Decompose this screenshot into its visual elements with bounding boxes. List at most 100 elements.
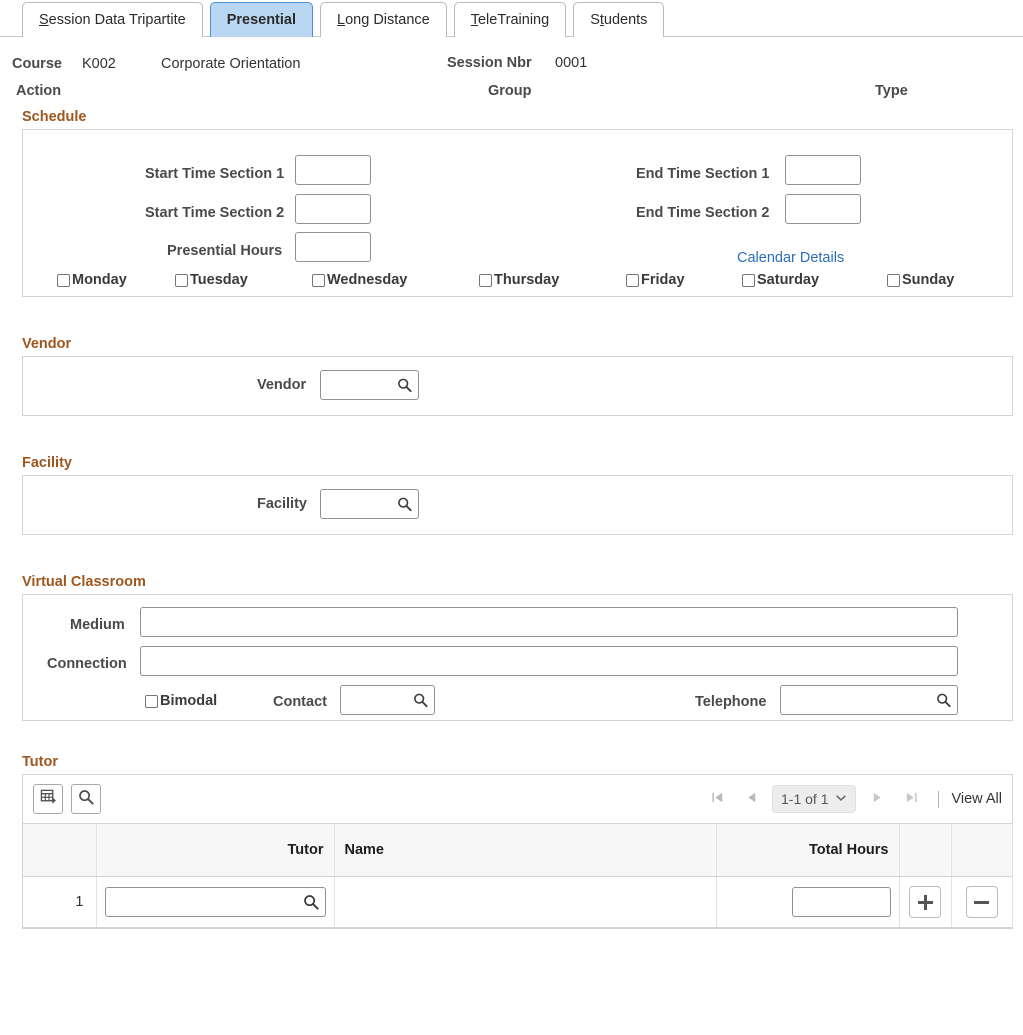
vendor-panel: Vendor xyxy=(22,356,1013,416)
tab-teletraining[interactable]: TeleTraining xyxy=(453,2,567,37)
session-nbr-label: Session Nbr xyxy=(447,55,532,71)
last-page-icon xyxy=(905,791,918,807)
checkbox-tuesday[interactable]: Tuesday xyxy=(175,272,248,288)
facility-section: Facility Facility xyxy=(0,455,1023,535)
checkbox-box[interactable] xyxy=(145,694,158,708)
tutor-input[interactable] xyxy=(104,887,326,917)
checkbox-label: Monday xyxy=(72,272,127,288)
tutor-grid-pager: 1-1 of 1 View All xyxy=(700,775,1002,823)
checkbox-box[interactable] xyxy=(742,273,755,287)
chevron-down-icon xyxy=(835,791,847,807)
start-time-2-input[interactable] xyxy=(295,194,371,224)
vendor-field-label: Vendor xyxy=(257,377,307,393)
grid-find-button[interactable] xyxy=(71,784,101,814)
checkbox-label: Sunday xyxy=(902,272,955,288)
end-time-1-input[interactable] xyxy=(785,155,861,185)
grid-personalize-button[interactable] xyxy=(33,784,63,814)
first-page-button[interactable] xyxy=(700,784,734,814)
schedule-section: Schedule Start Time Section 1 Start Time… xyxy=(0,109,1023,297)
checkbox-box[interactable] xyxy=(312,273,325,287)
checkbox-box[interactable] xyxy=(887,273,900,287)
contact-lookup-field[interactable] xyxy=(340,685,435,715)
tutor-lookup-field[interactable] xyxy=(104,887,326,917)
group-label: Group xyxy=(488,83,532,99)
contact-input[interactable] xyxy=(340,685,435,715)
medium-input[interactable] xyxy=(140,607,958,637)
tab-students[interactable]: Students xyxy=(573,2,665,37)
start-time-1-input[interactable] xyxy=(295,155,371,185)
table-row: 1 xyxy=(23,876,1013,928)
pager-divider xyxy=(938,790,940,808)
facility-field-label: Facility xyxy=(257,496,307,512)
checkbox-friday[interactable]: Friday xyxy=(626,272,685,288)
checkbox-box[interactable] xyxy=(479,273,492,287)
schedule-panel: Start Time Section 1 Start Time Section … xyxy=(22,129,1013,297)
add-row-button[interactable] xyxy=(909,886,941,918)
magnifier-icon xyxy=(78,789,94,810)
next-page-button[interactable] xyxy=(860,784,894,814)
course-name: Corporate Orientation xyxy=(161,56,301,72)
facility-lookup-field[interactable] xyxy=(320,489,419,519)
vendor-input[interactable] xyxy=(320,370,419,400)
telephone-lookup-field[interactable] xyxy=(780,685,958,715)
column-header-delete xyxy=(951,823,1013,877)
connection-input[interactable] xyxy=(140,646,958,676)
checkbox-thursday[interactable]: Thursday xyxy=(479,272,559,288)
minus-icon xyxy=(974,895,989,910)
page-range-select[interactable]: 1-1 of 1 xyxy=(772,785,857,813)
tab-long-distance[interactable]: Long Distance xyxy=(320,2,447,37)
checkbox-box[interactable] xyxy=(57,273,70,287)
previous-page-button[interactable] xyxy=(734,784,768,814)
tab-session-data-tripartite[interactable]: Session Data Tripartite xyxy=(22,2,203,37)
cell-add xyxy=(899,876,952,928)
contact-label: Contact xyxy=(273,694,327,710)
vendor-lookup-field[interactable] xyxy=(320,370,419,400)
tab-label: TeleTraining xyxy=(470,12,550,28)
end-time-1-label: End Time Section 1 xyxy=(636,166,770,182)
facility-input[interactable] xyxy=(320,489,419,519)
checkbox-sunday[interactable]: Sunday xyxy=(887,272,954,288)
checkbox-label: Friday xyxy=(641,272,685,288)
checkbox-wednesday[interactable]: Wednesday xyxy=(312,272,407,288)
tab-presential[interactable]: Presential xyxy=(209,2,314,37)
column-header-name: Name xyxy=(334,823,717,877)
course-label: Course xyxy=(12,56,62,72)
telephone-label: Telephone xyxy=(695,694,767,710)
end-time-2-input[interactable] xyxy=(785,194,861,224)
tutor-section: Tutor 1-1 of 1 View All Tutor Name Total… xyxy=(0,754,1023,929)
checkbox-bimodal[interactable]: Bimodal xyxy=(145,693,217,709)
schedule-title: Schedule xyxy=(22,109,87,125)
session-nbr-value: 0001 xyxy=(555,55,588,71)
column-header-tutor: Tutor xyxy=(96,823,335,877)
tab-label: Students xyxy=(590,12,648,28)
previous-page-icon xyxy=(745,791,758,807)
virtual-classroom-section: Virtual Classroom Medium Connection Bimo… xyxy=(0,574,1023,721)
vendor-section: Vendor Vendor xyxy=(0,336,1023,416)
tutor-title: Tutor xyxy=(22,754,58,770)
checkbox-label: Tuesday xyxy=(190,272,248,288)
facility-title: Facility xyxy=(22,455,72,471)
checkbox-saturday[interactable]: Saturday xyxy=(742,272,819,288)
presential-hours-label: Presential Hours xyxy=(167,243,283,259)
tab-label: Presential xyxy=(226,12,297,28)
start-time-1-label: Start Time Section 1 xyxy=(145,166,285,182)
delete-row-button[interactable] xyxy=(965,886,998,918)
checkbox-box[interactable] xyxy=(626,273,639,287)
total-hours-input[interactable] xyxy=(791,887,891,917)
plus-icon xyxy=(917,894,933,910)
presential-hours-input[interactable] xyxy=(295,232,371,262)
tab-label: Long Distance xyxy=(337,12,430,28)
next-page-icon xyxy=(871,791,884,807)
calendar-details-link[interactable]: Calendar Details xyxy=(737,250,844,266)
cell-delete xyxy=(951,876,1013,928)
last-page-button[interactable] xyxy=(894,784,928,814)
type-label: Type xyxy=(875,83,908,99)
table-header-row: Tutor Name Total Hours xyxy=(23,823,1013,877)
tutor-table: Tutor Name Total Hours 1 xyxy=(23,823,1013,928)
checkbox-monday[interactable]: Monday xyxy=(57,272,127,288)
virtual-classroom-title: Virtual Classroom xyxy=(22,574,146,590)
checkbox-box[interactable] xyxy=(175,273,188,287)
medium-label: Medium xyxy=(70,617,125,633)
telephone-input[interactable] xyxy=(780,685,958,715)
view-all-link[interactable]: View All xyxy=(951,791,1002,807)
